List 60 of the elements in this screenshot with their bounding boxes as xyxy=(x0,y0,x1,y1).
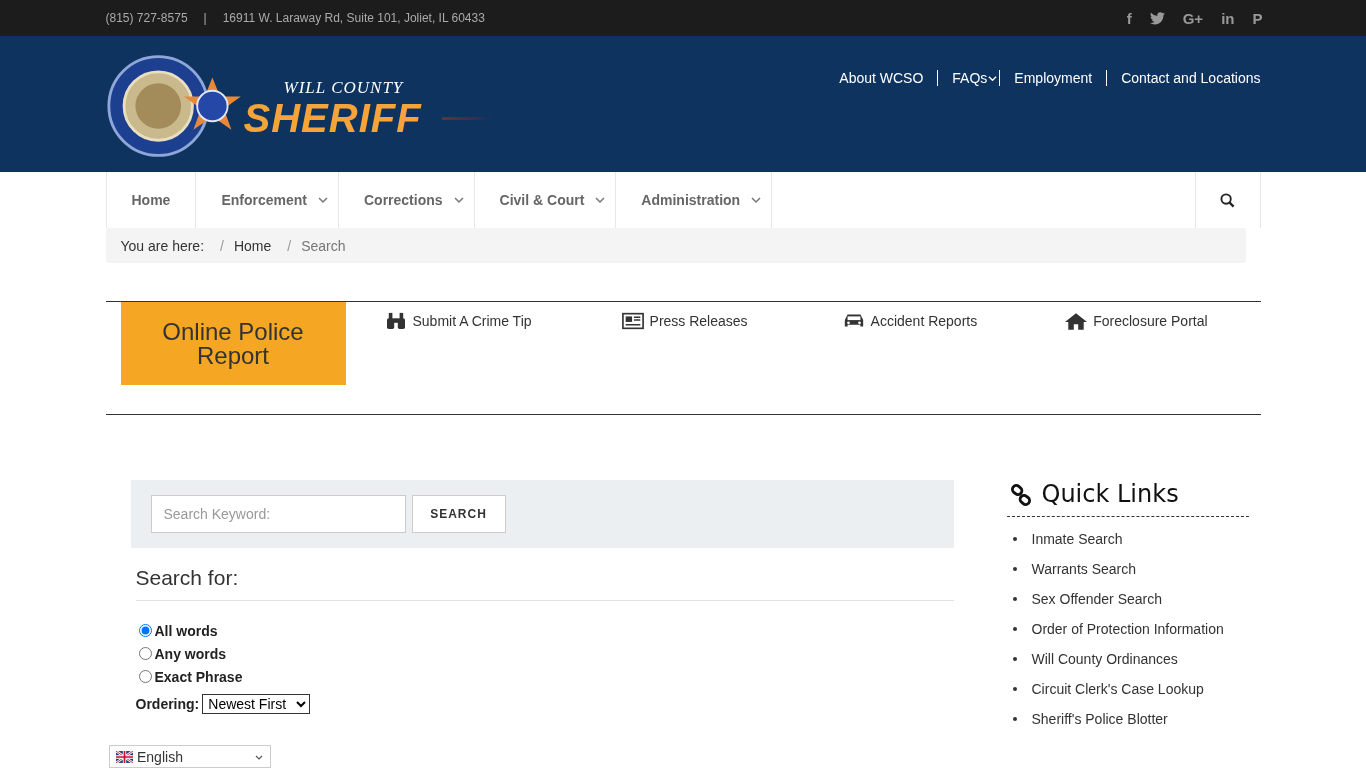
breadcrumb-current: Search xyxy=(301,237,346,254)
linkedin-link[interactable]: in xyxy=(1221,9,1235,27)
sidebar-title: Quick Links xyxy=(1041,480,1179,508)
logo-subtitle: WILL COUNTY xyxy=(282,78,405,98)
logo[interactable]: WILL COUNTY SHERIFF xyxy=(105,52,492,160)
quick-strip-link[interactable]: Accident Reports xyxy=(842,312,978,330)
bird-icon xyxy=(1149,11,1165,25)
language-selector[interactable]: English xyxy=(109,745,271,768)
option-label: Any words xyxy=(154,645,227,662)
bullet-icon xyxy=(1012,717,1017,721)
quick-link[interactable]: Order of Protection Information xyxy=(1031,621,1224,637)
breadcrumb-label: You are here: xyxy=(120,237,205,254)
radio-button[interactable] xyxy=(138,647,152,660)
search-field[interactable]: Search Keyword: xyxy=(150,495,406,533)
header-link[interactable]: Contact and Locations xyxy=(1107,70,1261,86)
facebook-link[interactable]: f xyxy=(1126,9,1132,27)
chain-link-icon xyxy=(1009,484,1032,506)
online-police-report-button[interactable]: Online Police Report xyxy=(120,302,346,385)
pinterest-link[interactable]: P xyxy=(1252,9,1263,27)
quick-link[interactable]: Sheriff's Police Blotter xyxy=(1031,711,1168,727)
bullet-icon xyxy=(1012,597,1017,601)
google-plus-link[interactable]: G+ xyxy=(1182,9,1204,27)
quick-link[interactable]: Inmate Search xyxy=(1031,531,1123,547)
bullet-icon xyxy=(1012,567,1017,571)
quick-strip-link[interactable]: Press Releases xyxy=(621,312,748,330)
header-link[interactable]: FAQs xyxy=(938,70,1000,86)
radio-button[interactable] xyxy=(138,624,152,637)
quick-link[interactable]: Sex Offender Search xyxy=(1031,591,1162,607)
quick-link[interactable]: Will County Ordinances xyxy=(1031,651,1178,667)
quick-link[interactable]: Circuit Clerk's Case Lookup xyxy=(1031,681,1204,697)
section-heading: Search for: xyxy=(135,566,954,601)
chevron-down-icon xyxy=(296,699,307,709)
flag-icon xyxy=(116,750,133,763)
quick-strip-link[interactable]: Submit A Crime Tip xyxy=(384,312,532,330)
bullet-icon xyxy=(1012,537,1017,541)
breadcrumb-link[interactable]: Home xyxy=(233,237,272,254)
option-label: Exact Phrase xyxy=(154,668,243,685)
header-link[interactable]: Employment xyxy=(1000,70,1107,86)
breadcrumb-separator: / xyxy=(220,237,224,254)
twitter-link[interactable] xyxy=(1149,11,1165,25)
separator: | xyxy=(203,11,207,25)
car-icon xyxy=(842,312,865,330)
bullet-icon xyxy=(1012,627,1017,631)
newspaper-icon xyxy=(621,312,644,330)
ordering-dropdown[interactable]: Newest First xyxy=(202,694,311,714)
search-button[interactable]: SEARCH xyxy=(411,495,506,533)
search-icon xyxy=(1220,192,1235,208)
phone-number: (815) 727-8575 xyxy=(105,11,188,25)
option-label: All words xyxy=(154,622,218,639)
header-link[interactable]: About WCSO xyxy=(825,70,938,86)
bullet-icon xyxy=(1012,657,1017,661)
address-text: 16911 W. Laraway Rd, Suite 101, Joliet, IL 60433 xyxy=(222,11,485,25)
ordering-label: Ordering: xyxy=(135,696,200,712)
bullet-icon xyxy=(1012,687,1017,691)
breadcrumb-separator: / xyxy=(287,237,292,254)
house-icon xyxy=(1065,312,1088,330)
binoculars-icon xyxy=(384,312,407,330)
radio-button[interactable] xyxy=(138,670,152,683)
quick-strip-link[interactable]: Foreclosure Portal xyxy=(1065,312,1208,330)
quick-link[interactable]: Warrants Search xyxy=(1031,561,1136,577)
